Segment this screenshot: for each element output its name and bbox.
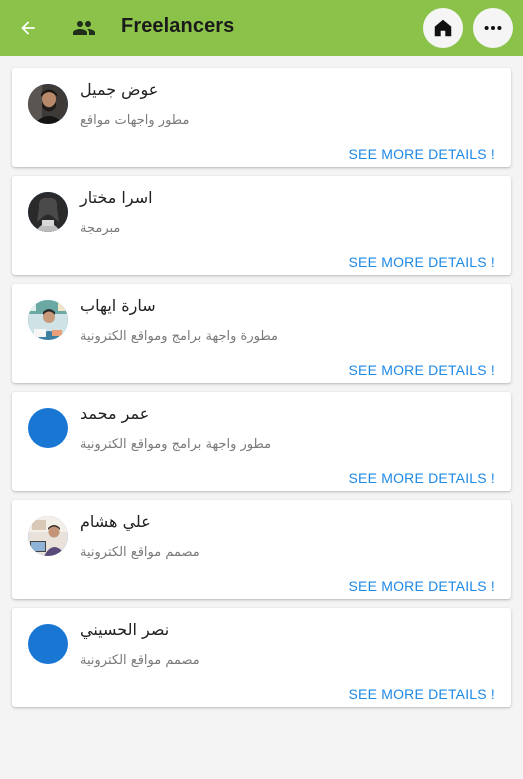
freelancer-name: عمر محمد (80, 404, 150, 423)
more-horiz-icon (484, 25, 502, 31)
freelancer-card[interactable]: اسرا مختار مبرمجة SEE MORE DETAILS ! (12, 176, 511, 275)
freelancer-card[interactable]: عمر محمد مطور واجهة برامج ومواقع الكترون… (12, 392, 511, 491)
freelancer-name: سارة ايهاب (80, 296, 156, 315)
avatar-placeholder (28, 408, 68, 448)
freelancer-card[interactable]: عوض جميل مطور واجهات مواقع SEE MORE DETA… (12, 68, 511, 167)
avatar (28, 300, 68, 340)
freelancer-role: مطورة واجهة برامج ومواقع الكترونية (80, 329, 278, 344)
see-more-details-button[interactable]: SEE MORE DETAILS ! (349, 578, 496, 594)
more-options-button[interactable] (473, 8, 513, 48)
see-more-details-button[interactable]: SEE MORE DETAILS ! (349, 146, 496, 162)
avatar (28, 84, 68, 124)
people-icon (71, 16, 97, 40)
freelancer-list: عوض جميل مطور واجهات مواقع SEE MORE DETA… (12, 68, 511, 716)
freelancer-name: علي هشام (80, 512, 151, 531)
freelancer-role: مصمم مواقع الكترونية (80, 545, 200, 560)
freelancer-card[interactable]: علي هشام مصمم مواقع الكترونية SEE MORE D… (12, 500, 511, 599)
back-button[interactable] (14, 14, 42, 42)
see-more-details-button[interactable]: SEE MORE DETAILS ! (349, 470, 496, 486)
freelancer-name: نصر الحسيني (80, 620, 170, 639)
app-bar: Freelancers (0, 0, 523, 56)
see-more-details-button[interactable]: SEE MORE DETAILS ! (349, 686, 496, 702)
avatar-placeholder (28, 624, 68, 664)
avatar (28, 192, 68, 232)
freelancer-name: عوض جميل (80, 80, 159, 99)
page-title: Freelancers (121, 15, 235, 37)
freelancer-card[interactable]: سارة ايهاب مطورة واجهة برامج ومواقع الكت… (12, 284, 511, 383)
avatar (28, 516, 68, 556)
see-more-details-button[interactable]: SEE MORE DETAILS ! (349, 254, 496, 270)
freelancer-role: مطور واجهات مواقع (80, 113, 190, 128)
home-icon (434, 19, 452, 37)
freelancer-name: اسرا مختار (80, 188, 153, 207)
freelancer-role: مصمم مواقع الكترونية (80, 653, 200, 668)
freelancer-role: مطور واجهة برامج ومواقع الكترونية (80, 437, 272, 452)
freelancer-role: مبرمجة (80, 221, 121, 236)
home-button[interactable] (423, 8, 463, 48)
arrow-back-icon (21, 21, 35, 35)
freelancer-card[interactable]: نصر الحسيني مصمم مواقع الكترونية SEE MOR… (12, 608, 511, 707)
see-more-details-button[interactable]: SEE MORE DETAILS ! (349, 362, 496, 378)
